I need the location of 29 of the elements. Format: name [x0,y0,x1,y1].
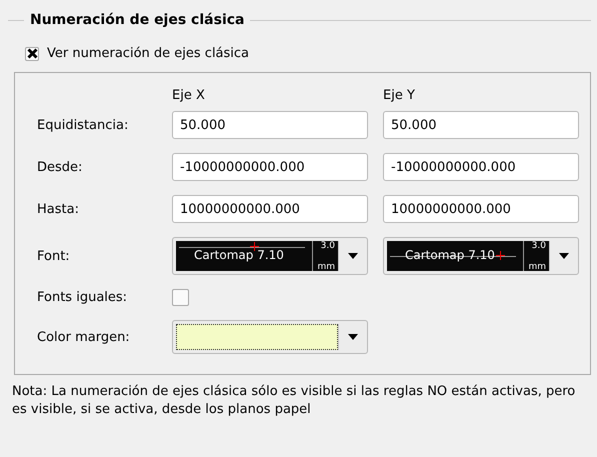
caret-icon [348,334,358,340]
font-unit-text: mm [527,262,547,271]
color-dropdown[interactable] [172,320,368,354]
input-field[interactable]: 50.000 [172,111,368,139]
row-label: Color margen: [37,330,131,344]
row-label: Hasta: [37,202,80,216]
row-label: Fonts iguales: [37,290,128,305]
checkbox[interactable] [25,46,39,60]
input-field[interactable]: -10000000000.000 [172,153,368,181]
checkbox[interactable] [172,289,189,306]
column-header: Eje X [172,88,206,103]
input-field[interactable]: -10000000000.000 [383,153,579,181]
font-sample-text: Cartomap 7.10 [194,248,284,262]
row-label: Equidistancia: [37,118,130,132]
row-label: Font: [37,248,71,264]
input-field[interactable]: 10000000000.000 [172,195,368,223]
caret-icon [348,253,358,259]
note-text: Nota: La numeración de ejes clásica sólo es visible si las reglas NO están activas, pero es visible, si se activa, desde los planos papel [12,383,576,420]
font-dropdown[interactable]: Cartomap 7.10 3.0 mm [172,237,368,275]
input-field[interactable]: 50.000 [383,111,579,139]
row-label: Desde: [37,160,84,174]
input-field[interactable]: 10000000000.000 [383,195,579,223]
caret-icon [559,253,569,259]
font-size-text: 3.0 [320,241,336,251]
column-header: Eje Y [383,88,416,103]
font-size-text: 3.0 [530,241,547,251]
checkbox-label: Ver numeración de ejes clásica [47,46,250,61]
font-unit-text: mm [316,262,336,271]
group-title: Numeración de ejes clásica [30,12,244,28]
